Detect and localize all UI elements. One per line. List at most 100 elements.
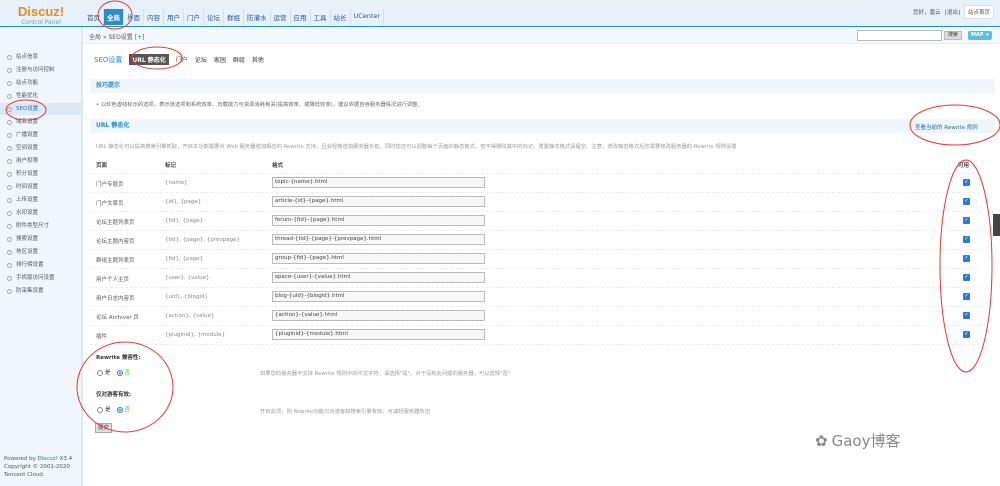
- url-section-description: URL 静态化可以提高搜索引擎抓取，开启本功能需要对 Web 服务器增加相应的 …: [96, 144, 737, 150]
- sidebar-item[interactable]: 空间设置: [0, 142, 81, 154]
- seo-tabs: SEO设置 URL 静态化 门户 论坛 家园 群组 其他: [94, 54, 264, 65]
- submit-button[interactable]: 提交: [95, 423, 113, 433]
- radio-no-label: 否: [124, 370, 131, 376]
- sidebar-item[interactable]: 站点信息: [0, 51, 81, 63]
- radio-no[interactable]: 否: [116, 405, 130, 413]
- version: X3.4: [59, 456, 73, 462]
- sidebar-item[interactable]: 站点功能: [0, 77, 81, 89]
- radio-no[interactable]: 否: [116, 368, 131, 376]
- tab[interactable]: 门户: [176, 55, 188, 64]
- format-input[interactable]: thread-{tid}-{page}-{prevpage}.html: [272, 234, 485, 245]
- table-row: 门户专题页 {name} topic-{name}.html ✓: [90, 174, 980, 193]
- sidebar-item[interactable]: 性能优化: [0, 90, 81, 102]
- sidebar-item[interactable]: 排行榜设置: [0, 259, 81, 271]
- tips-text: • 以红色虚线标示的选项，表示该选项和系统效率、负载能力与资源消耗有关(提高效率…: [96, 102, 423, 108]
- enabled-checkbox[interactable]: ✓: [963, 236, 970, 243]
- radio-yes[interactable]: 是: [97, 368, 111, 376]
- format-input[interactable]: article-{id}-{page}.html: [272, 196, 485, 207]
- nav-item[interactable]: 站长: [331, 9, 351, 25]
- nav-item[interactable]: UCenter: [351, 9, 385, 25]
- tips-header: 技巧提示: [90, 79, 995, 93]
- sidebar-item[interactable]: 广播设置: [0, 129, 81, 141]
- radio-yes-label: 是: [105, 370, 111, 376]
- table-row: 用户日志内容页 {uid}, {blogid} blog-{uid}-{blogid…: [90, 288, 980, 307]
- format-input[interactable]: group-{fid}-{page}.html: [272, 253, 485, 264]
- tab[interactable]: 群组: [233, 55, 245, 64]
- logo[interactable]: Discuz! Control Panel: [12, 4, 70, 26]
- sidebar-item[interactable]: 时间设置: [0, 181, 81, 193]
- sidebar-item[interactable]: SEO设置: [0, 103, 81, 115]
- logout-link[interactable]: [退出]: [945, 8, 960, 16]
- scrollbar-handle[interactable]: [993, 214, 1000, 236]
- sidebar-item[interactable]: 水印设置: [0, 207, 81, 219]
- nav-item[interactable]: 内容: [144, 9, 164, 25]
- nav-item[interactable]: 群组: [224, 9, 244, 25]
- rewrite-compat-hint: 如果您的服务器不支持 Rewrite 规则中的中文字符，请选择"是"。对于没有此…: [260, 371, 511, 377]
- rewrite-compat-label: Rewrite 兼容性:: [96, 355, 141, 361]
- nav-item[interactable]: 工具: [311, 9, 331, 25]
- sidebar-item[interactable]: 手机版访问设置: [0, 272, 81, 284]
- section-title: SEO设置: [94, 55, 123, 64]
- nav-item[interactable]: 论坛: [204, 9, 224, 25]
- nav-item[interactable]: 用户: [164, 9, 184, 25]
- logo-text: Discuz!: [17, 4, 65, 19]
- marks: {user}, {value}: [165, 275, 210, 281]
- search-input[interactable]: [857, 30, 942, 41]
- format-input[interactable]: topic-{name}.html: [272, 177, 485, 188]
- table-row: 论坛主题内容页 {tid}, {page}, {prevpage} thread-{…: [90, 231, 980, 250]
- sidebar-item[interactable]: 上传设置: [0, 194, 81, 206]
- enabled-checkbox[interactable]: ✓: [963, 312, 970, 319]
- tab[interactable]: 家园: [214, 55, 226, 64]
- nav-item[interactable]: 界面: [124, 9, 144, 25]
- enabled-checkbox[interactable]: ✓: [963, 179, 970, 186]
- guest-only-label: 仅对游客有效:: [96, 392, 132, 398]
- rewrite-compat-radios: 是 否: [97, 368, 130, 376]
- nav-item[interactable]: 运营: [271, 9, 291, 25]
- enabled-checkbox[interactable]: ✓: [963, 293, 970, 300]
- format-input[interactable]: blog-{uid}-{blogid}.html: [272, 291, 485, 302]
- add-shortcut-link[interactable]: [+]: [135, 34, 145, 41]
- search-button[interactable]: 搜索: [944, 31, 963, 40]
- format-input[interactable]: space-{user}-{value}.html: [272, 272, 485, 283]
- table-row: 用户个人主页 {user}, {value} space-{user}-{value…: [90, 269, 980, 288]
- nav-item[interactable]: 首页: [84, 9, 104, 25]
- sidebar-item[interactable]: 附件类型尺寸: [0, 220, 81, 232]
- page-name: 论坛主题列表页: [96, 220, 135, 226]
- tab[interactable]: 其他: [252, 55, 264, 64]
- format-input[interactable]: forum-{fid}-{page}.html: [272, 215, 485, 226]
- sidebar-item[interactable]: 地区设置: [0, 246, 81, 258]
- page-name: 插件: [96, 334, 108, 340]
- sidebar-item[interactable]: 注册与访问控制: [0, 64, 81, 76]
- enabled-checkbox[interactable]: ✓: [963, 198, 970, 205]
- nav-item[interactable]: 防灌水: [244, 9, 271, 25]
- nav-item[interactable]: 应用: [291, 9, 311, 25]
- tab[interactable]: URL 静态化: [129, 54, 169, 65]
- map-button[interactable]: MAP +: [968, 31, 993, 40]
- site-home-button[interactable]: 站点首页: [963, 5, 994, 19]
- format-input[interactable]: {pluginid}-{module}.html: [272, 329, 485, 340]
- marks: {pluginid}, {module}: [165, 332, 226, 338]
- nav-item[interactable]: 全局: [104, 9, 124, 25]
- nav-item[interactable]: 门户: [184, 9, 204, 25]
- sidebar-item[interactable]: 防采集设置: [0, 285, 81, 297]
- marks: {id}, {page}: [165, 199, 202, 205]
- enabled-checkbox[interactable]: ✓: [963, 255, 970, 262]
- marks: {fid}, {page}: [165, 256, 204, 262]
- view-rewrite-rules-link[interactable]: 查看当前的 Rewrite 规则: [915, 123, 978, 131]
- radio-yes[interactable]: 是: [97, 405, 111, 413]
- sidebar-item[interactable]: 搜索设置: [0, 233, 81, 245]
- enabled-checkbox[interactable]: ✓: [963, 274, 970, 281]
- format-input[interactable]: {action}-{value}.html: [272, 310, 485, 321]
- enabled-checkbox[interactable]: ✓: [963, 217, 970, 224]
- sidebar-item[interactable]: 域名设置: [0, 116, 81, 128]
- greeting: 您好，嘉云: [913, 10, 941, 16]
- sidebar-item[interactable]: 积分设置: [0, 168, 81, 180]
- page-name: 门户专题页: [96, 182, 124, 188]
- sidebar-item[interactable]: 用户权限: [0, 155, 81, 167]
- tab[interactable]: 论坛: [195, 55, 207, 64]
- sidebar-footer: Powered by Discuz! X3.4 Copyright © 2001…: [4, 455, 72, 479]
- marks: {action}, {value}: [165, 313, 215, 319]
- user-box: 您好，嘉云 [退出] 站点首页: [913, 5, 994, 19]
- brand-link[interactable]: Discuz!: [38, 456, 58, 462]
- enabled-checkbox[interactable]: ✓: [963, 331, 970, 338]
